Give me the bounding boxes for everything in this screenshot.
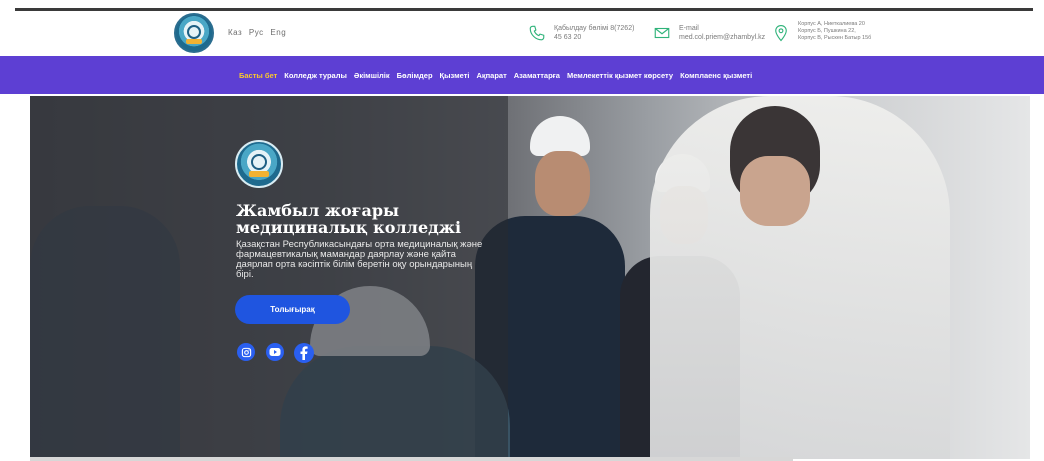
hero-banner: Жамбыл жоғары медициналық колледжі Қазақ… <box>30 96 1030 459</box>
location-pin-icon <box>775 24 787 42</box>
email-label: E-mail <box>679 25 699 32</box>
phone-icon <box>529 25 545 41</box>
youtube-icon[interactable] <box>266 343 284 361</box>
college-logo[interactable] <box>174 13 214 53</box>
nav-item-activity[interactable]: Қызметі <box>440 71 470 80</box>
nav-item-departments[interactable]: Бөлімдер <box>397 71 433 80</box>
phone-contact: Қабылдау бөлімі 8(7262) 45 63 20 <box>528 24 634 42</box>
facebook-icon[interactable] <box>294 343 314 363</box>
hero-title: Жамбыл жоғары медициналық колледжі <box>236 201 462 237</box>
lang-kaz[interactable]: Каз <box>228 28 242 37</box>
hero-description: Қазақстан Республикасындағы орта медицин… <box>236 239 483 280</box>
language-switcher: Каз Рус Eng <box>228 28 290 37</box>
main-navigation: Басты бет Колледж туралы Әкімшілік Бөлім… <box>0 56 1044 94</box>
read-more-button[interactable]: Толығырақ <box>235 295 350 324</box>
nav-item-citizens[interactable]: Азаматтарға <box>514 71 560 80</box>
lang-eng[interactable]: Eng <box>270 28 286 37</box>
site-header: Каз Рус Eng Қабылдау бөлімі 8(7262) 45 6… <box>0 11 1044 54</box>
nav-item-home[interactable]: Басты бет <box>239 71 277 80</box>
instagram-icon[interactable] <box>237 343 255 361</box>
phone-label: Қабылдау бөлімі 8(7262) <box>554 25 635 32</box>
email-contact: E-mail med.col.priem@zhambyl.kz <box>653 24 765 42</box>
lang-rus[interactable]: Рус <box>249 28 264 37</box>
phone-number[interactable]: 45 63 20 <box>554 33 634 42</box>
nav-item-administration[interactable]: Әкімшілік <box>354 71 390 80</box>
nav-item-public-services[interactable]: Мемлекеттік қызмет көрсету <box>567 71 673 80</box>
email-address[interactable]: med.col.priem@zhambyl.kz <box>679 33 765 42</box>
bottom-scroll-bar <box>30 457 793 461</box>
nav-item-information[interactable]: Ақпарат <box>476 71 506 80</box>
hero-college-logo <box>235 140 283 188</box>
address-line-c: Корпус В, Рыскен Батыр 15б <box>798 35 872 41</box>
address-line-a: Корпус А, Ниеткалиева 20 <box>798 21 865 27</box>
address-line-b: Корпус Б, Пушкина 22, <box>798 28 856 34</box>
nav-item-about[interactable]: Колледж туралы <box>284 71 347 80</box>
address-contact: Корпус А, Ниеткалиева 20 Корпус Б, Пушки… <box>772 21 872 42</box>
mail-icon <box>654 27 670 39</box>
nav-item-compliance[interactable]: Комплаенс қызметі <box>680 71 752 80</box>
